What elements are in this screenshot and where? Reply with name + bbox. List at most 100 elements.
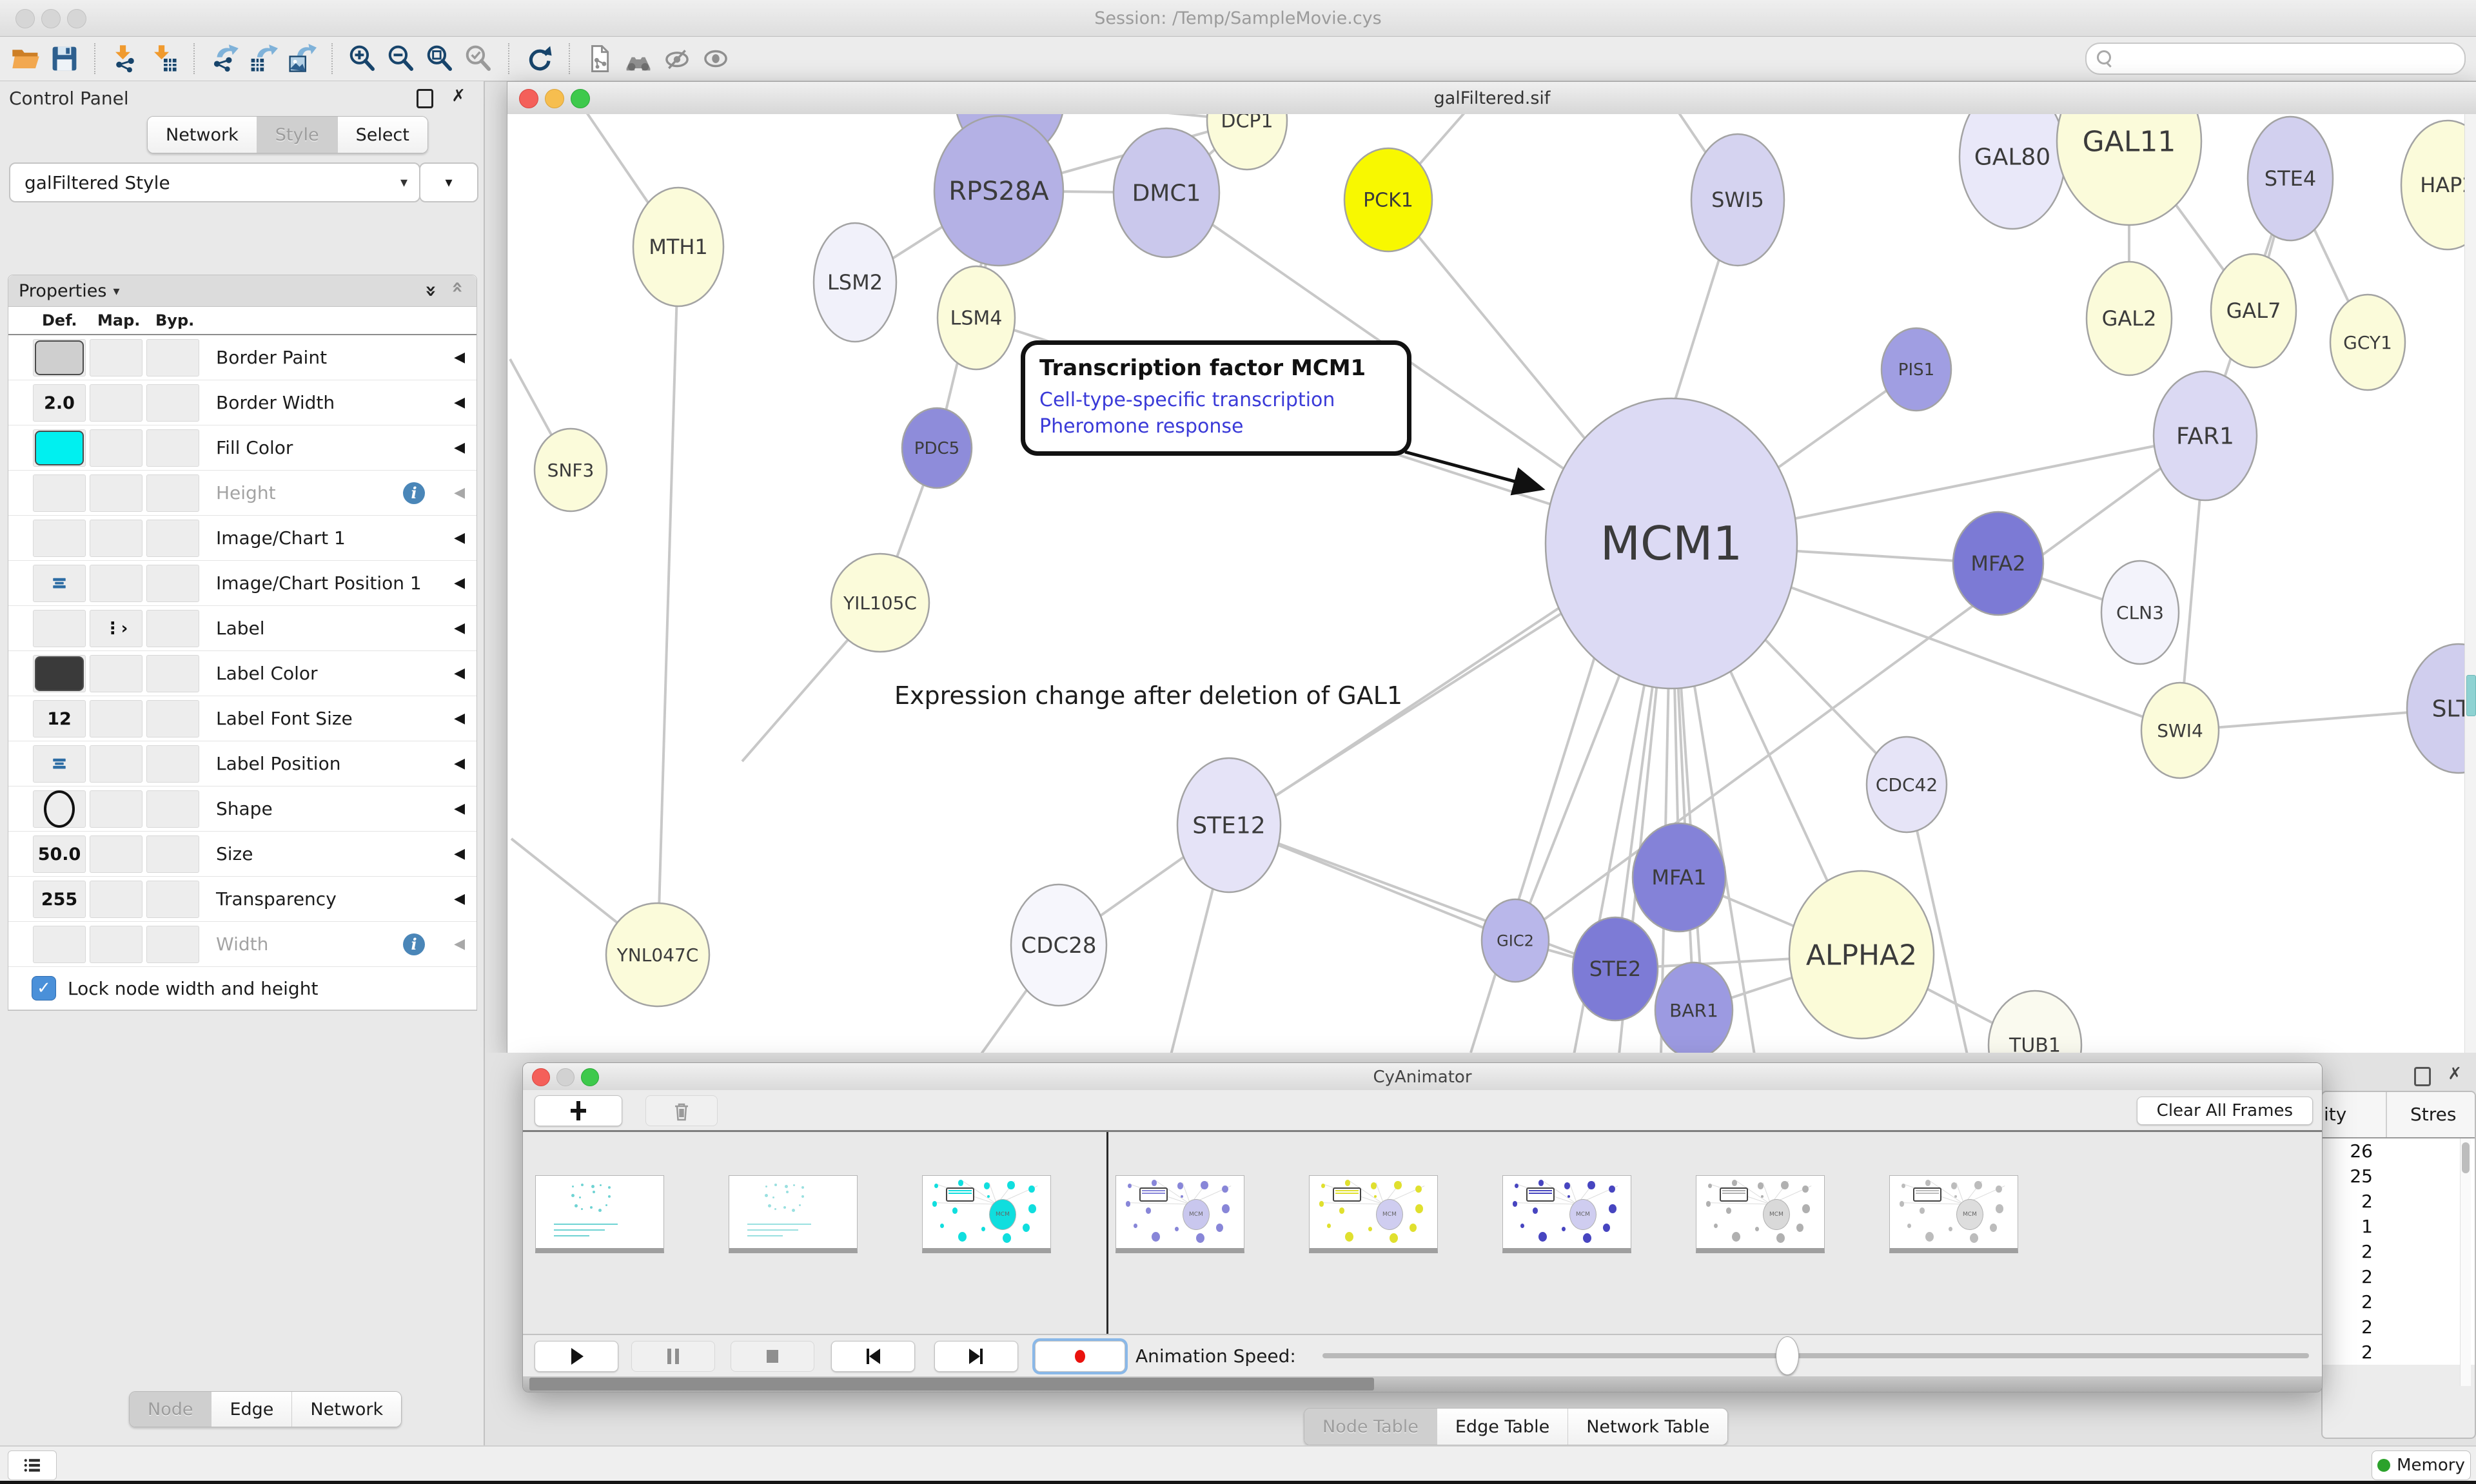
scrollbar-thumb[interactable] <box>529 1378 1374 1391</box>
bypass-cell[interactable] <box>146 339 199 376</box>
skip-to-end-button[interactable] <box>934 1341 1018 1372</box>
float-panel-icon[interactable] <box>417 89 433 108</box>
default-cell[interactable] <box>33 474 86 512</box>
table-row[interactable]: 25 <box>2323 1164 2475 1189</box>
tab-node[interactable]: Node <box>130 1392 211 1427</box>
expand-row-icon[interactable]: ◀ <box>454 801 465 817</box>
network-node-pis1[interactable]: PIS1 <box>1882 328 1951 411</box>
expand-row-icon[interactable]: ◀ <box>454 349 465 366</box>
expand-row-icon[interactable]: ◀ <box>454 530 465 546</box>
table-row[interactable]: 2 <box>2323 1340 2475 1365</box>
property-row[interactable]: ⋮›Label◀ <box>8 606 477 651</box>
timeline-frame-6[interactable]: MCM <box>1696 1175 1825 1253</box>
bypass-cell[interactable] <box>146 429 199 467</box>
timeline-frame-2[interactable]: MCM <box>922 1175 1051 1253</box>
export-image-button[interactable] <box>282 39 321 78</box>
mapping-cell[interactable] <box>90 655 142 692</box>
skip-to-start-button[interactable] <box>831 1341 915 1372</box>
import-network-button[interactable] <box>106 39 144 78</box>
expand-row-icon[interactable]: ◀ <box>454 575 465 591</box>
expand-row-icon[interactable]: ◀ <box>454 756 465 772</box>
search-input[interactable] <box>2085 43 2466 75</box>
default-cell[interactable] <box>33 655 86 692</box>
mapping-cell[interactable] <box>90 881 142 918</box>
zoom-out-button[interactable] <box>382 39 420 78</box>
default-cell[interactable] <box>33 790 86 828</box>
default-cell[interactable]: 12 <box>33 700 86 737</box>
bypass-cell[interactable] <box>146 474 199 512</box>
cyanimator-timeline[interactable]: MCMMCMMCMMCMMCMMCM 0123456789 Seconds <box>523 1132 2322 1334</box>
tab-edge[interactable]: Edge <box>211 1392 291 1427</box>
default-cell[interactable]: 255 <box>33 881 86 918</box>
info-icon[interactable]: i <box>403 482 425 504</box>
bypass-cell[interactable] <box>146 700 199 737</box>
zoom-in-button[interactable] <box>343 39 382 78</box>
refresh-layout-button[interactable] <box>520 39 558 78</box>
import-table-button[interactable] <box>144 39 183 78</box>
default-cell[interactable] <box>33 429 86 467</box>
mapping-cell[interactable] <box>90 429 142 467</box>
tab-select[interactable]: Select <box>337 117 427 153</box>
bypass-cell[interactable] <box>146 520 199 557</box>
default-cell[interactable] <box>33 565 86 602</box>
default-cell[interactable] <box>33 926 86 963</box>
collapse-all-icon[interactable]: » <box>446 285 468 293</box>
network-node-cdc28[interactable]: CDC28 <box>1011 884 1106 1006</box>
save-session-button[interactable] <box>45 39 84 78</box>
expand-row-icon[interactable]: ◀ <box>454 620 465 636</box>
mapping-cell[interactable] <box>90 339 142 376</box>
default-cell[interactable] <box>33 520 86 557</box>
network-node-pck1[interactable]: PCK1 <box>1344 148 1432 251</box>
network-node-dcp1[interactable]: DCP1 <box>1207 114 1287 170</box>
slider-thumb[interactable] <box>1776 1336 1799 1375</box>
network-node-pdc5[interactable]: PDC5 <box>902 408 972 488</box>
default-cell[interactable] <box>33 339 86 376</box>
network-node-mcm1[interactable]: MCM1 <box>1546 398 1797 688</box>
mapping-cell[interactable]: ⋮› <box>90 610 142 647</box>
close-panel-icon[interactable]: ✗ <box>2448 1064 2462 1084</box>
bypass-cell[interactable] <box>146 655 199 692</box>
style-selector[interactable]: galFiltered Style ▾ <box>9 162 420 202</box>
bypass-cell[interactable] <box>146 881 199 918</box>
table-row[interactable]: 2 <box>2323 1189 2475 1214</box>
network-from-selection-button[interactable] <box>580 39 619 78</box>
properties-header[interactable]: Properties ▾ » » <box>8 275 477 307</box>
tab-style[interactable]: Style <box>257 117 337 153</box>
bypass-cell[interactable] <box>146 835 199 873</box>
canvas-vscrollbar[interactable] <box>2464 114 2476 1053</box>
network-node-mfa1[interactable]: MFA1 <box>1633 823 1725 932</box>
mapping-cell[interactable] <box>90 745 142 783</box>
clear-all-frames-button[interactable]: Clear All Frames <box>2137 1097 2313 1125</box>
bypass-cell[interactable] <box>146 565 199 602</box>
network-node-alpha2[interactable]: ALPHA2 <box>1789 871 1934 1039</box>
table-row[interactable]: 1 <box>2323 1214 2475 1239</box>
tab-network-table[interactable]: Network Table <box>1567 1409 1727 1445</box>
network-node-far1[interactable]: FAR1 <box>2154 371 2257 500</box>
scrollbar-thumb[interactable] <box>2462 1142 2470 1173</box>
float-panel-icon[interactable] <box>2414 1067 2431 1086</box>
expand-row-icon[interactable]: ◀ <box>454 395 465 411</box>
annotation-link[interactable]: Cell-type-specific transcription <box>1039 387 1393 414</box>
timeline-playhead[interactable] <box>1106 1132 1108 1354</box>
hide-selected-button[interactable] <box>658 39 696 78</box>
export-network-button[interactable] <box>205 39 244 78</box>
record-button[interactable] <box>1035 1341 1125 1372</box>
annotation-link[interactable]: Pheromone response <box>1039 414 1393 440</box>
property-row[interactable]: Image/Chart 1◀ <box>8 516 477 561</box>
network-node-lsm2[interactable]: LSM2 <box>814 223 896 342</box>
close-panel-icon[interactable]: ✗ <box>451 86 466 106</box>
animation-speed-slider[interactable] <box>1322 1353 2309 1358</box>
timeline-frame-0[interactable] <box>535 1175 664 1253</box>
network-node-gal80[interactable]: GAL80 <box>1960 114 2065 229</box>
network-node-mfa2[interactable]: MFA2 <box>1953 512 2043 615</box>
expand-row-icon[interactable]: ◀ <box>454 440 465 456</box>
timeline-frame-5[interactable]: MCM <box>1502 1175 1631 1253</box>
tab-node-table[interactable]: Node Table <box>1304 1409 1437 1445</box>
property-row[interactable]: Shape◀ <box>8 786 477 832</box>
cyanimator-titlebar[interactable]: CyAnimator <box>523 1063 2322 1091</box>
network-node-ynl047c[interactable]: YNL047C <box>606 903 709 1006</box>
default-cell[interactable] <box>33 745 86 783</box>
memory-button[interactable]: Memory <box>2372 1450 2471 1480</box>
network-node-bar1[interactable]: BAR1 <box>1655 962 1733 1053</box>
default-cell[interactable]: 50.0 <box>33 835 86 873</box>
